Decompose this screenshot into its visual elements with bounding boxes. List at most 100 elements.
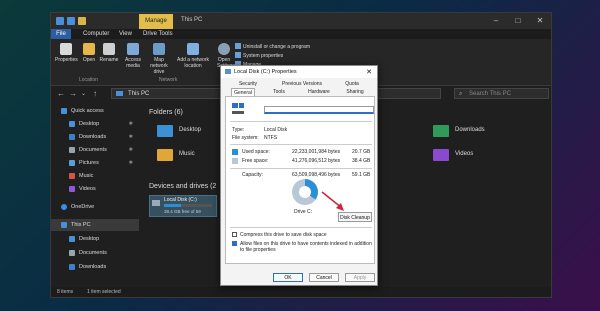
rename-icon xyxy=(103,43,115,55)
folder-label: Music xyxy=(179,151,195,157)
drive-name: Local Disk (C:) xyxy=(164,197,197,203)
open-button[interactable]: Open xyxy=(81,43,97,63)
maximize-icon[interactable]: □ xyxy=(507,13,529,29)
tab-drive-tools[interactable]: Drive Tools xyxy=(139,29,177,39)
tab-computer[interactable]: Computer xyxy=(79,29,113,39)
tab-tools[interactable]: Tools xyxy=(269,88,289,96)
explorer-icon[interactable] xyxy=(56,17,64,25)
system-properties-label: System properties xyxy=(243,53,284,59)
nav-item-this-pc[interactable]: This PC xyxy=(51,219,139,231)
chevron-down-icon[interactable]: ⌄ xyxy=(81,90,86,97)
nav-item-onedrive[interactable]: OneDrive xyxy=(51,201,139,213)
dialog-title-bar: Local Disk (C:) Properties ✕ xyxy=(221,66,377,78)
map-network-drive-label: Map network drive xyxy=(150,57,168,75)
properties-small-icon[interactable] xyxy=(67,17,75,25)
programs-icon xyxy=(235,43,241,49)
tab-manage[interactable]: Manage xyxy=(139,14,173,29)
section-folders[interactable]: Folders (6) xyxy=(149,109,183,116)
new-folder-icon[interactable] xyxy=(78,17,86,25)
drive-usage-fill xyxy=(164,204,181,207)
divider xyxy=(230,227,372,228)
cancel-button[interactable]: Cancel xyxy=(309,273,339,282)
compress-checkbox[interactable] xyxy=(232,232,237,237)
tab-hardware[interactable]: Hardware xyxy=(305,88,333,96)
system-properties-link[interactable]: System properties xyxy=(235,52,283,59)
nav-item-label: Downloads xyxy=(79,134,107,140)
properties-dialog: Local Disk (C:) Properties ✕ Security Pr… xyxy=(220,65,378,286)
properties-button[interactable]: Properties xyxy=(55,43,78,63)
uninstall-label: Uninstall or change a program xyxy=(243,44,310,50)
nav-item-label: OneDrive xyxy=(71,204,95,210)
pin-icon[interactable]: ✱ xyxy=(129,118,133,130)
star-icon xyxy=(61,108,67,114)
apply-button[interactable]: Apply xyxy=(345,273,375,282)
pc-icon xyxy=(116,91,123,96)
search-input[interactable]: ⌕ Search This PC xyxy=(454,88,549,99)
rename-button[interactable]: Rename xyxy=(99,43,119,63)
cloud-icon xyxy=(61,204,67,210)
nav-item-quick-access[interactable]: Quick access xyxy=(51,105,139,117)
pin-icon[interactable]: ✱ xyxy=(129,131,133,143)
videos-icon xyxy=(69,186,75,192)
tab-sharing[interactable]: Sharing xyxy=(343,88,367,96)
pc-icon xyxy=(61,222,67,228)
properties-icon xyxy=(60,43,72,55)
folder-open-icon xyxy=(83,43,95,55)
nav-item-pictures[interactable]: Pictures ✱ xyxy=(51,157,139,169)
nav-item-music[interactable]: Music xyxy=(51,170,139,182)
nav-item-downloads-2[interactable]: Downloads xyxy=(51,261,139,273)
dialog-title: Local Disk (C:) Properties xyxy=(234,69,297,75)
nav-item-label: Documents xyxy=(79,147,107,153)
nav-item-label: Documents xyxy=(79,250,107,256)
nav-item-desktop[interactable]: Desktop ✱ xyxy=(51,118,139,130)
tab-previous-versions[interactable]: Previous Versions xyxy=(277,80,327,88)
pin-icon[interactable]: ✱ xyxy=(129,144,133,156)
nav-item-label: Music xyxy=(79,173,94,179)
forward-arrow-icon[interactable]: → xyxy=(69,89,77,98)
window-controls: – □ ✕ xyxy=(485,13,551,29)
tab-security[interactable]: Security xyxy=(235,80,261,88)
close-icon[interactable]: ✕ xyxy=(529,13,551,29)
folder-label: Videos xyxy=(455,151,474,157)
nav-item-label: Videos xyxy=(79,186,96,192)
access-media-button[interactable]: Access media xyxy=(123,43,143,69)
nav-item-videos[interactable]: Videos xyxy=(51,183,139,195)
section-devices[interactable]: Devices and drives (2 xyxy=(149,183,216,190)
download-icon xyxy=(69,134,75,140)
index-label: Allow files on this drive to have conten… xyxy=(240,241,372,253)
documents-icon xyxy=(69,147,75,153)
pin-icon[interactable]: ✱ xyxy=(129,157,133,169)
nav-item-label: Downloads xyxy=(79,264,107,270)
add-network-location-label: Add a network location xyxy=(177,57,209,69)
nav-item-downloads[interactable]: Downloads ✱ xyxy=(51,131,139,143)
nav-item-label: Desktop xyxy=(79,121,100,127)
drive-icon xyxy=(225,69,231,74)
tab-file[interactable]: File xyxy=(51,29,71,39)
nav-item-documents-2[interactable]: Documents xyxy=(51,247,139,259)
nav-item-label: Pictures xyxy=(79,160,99,166)
map-network-drive-button[interactable]: Map network drive xyxy=(145,43,173,75)
drive-c-tile[interactable]: Local Disk (C:) 38.4 GB free of 59 xyxy=(149,195,217,217)
search-placeholder: Search This PC xyxy=(469,91,511,97)
drive-usage-bar xyxy=(164,204,212,207)
properties-label: Properties xyxy=(55,57,78,63)
back-arrow-icon[interactable]: ← xyxy=(57,89,65,98)
ok-button[interactable]: OK xyxy=(273,273,303,282)
close-icon[interactable]: ✕ xyxy=(366,68,372,76)
status-selected: 1 item selected xyxy=(87,289,121,295)
pictures-icon xyxy=(69,160,75,166)
drive-free-text: 38.4 GB free of 59 xyxy=(164,209,201,214)
nav-item-documents[interactable]: Documents ✱ xyxy=(51,144,139,156)
open-label: Open xyxy=(82,57,96,63)
uninstall-link[interactable]: Uninstall or change a program xyxy=(235,43,310,50)
add-network-location-button[interactable]: Add a network location xyxy=(175,43,211,69)
network-drive-icon xyxy=(153,43,165,55)
nav-item-label: Quick access xyxy=(71,108,104,114)
index-checkbox[interactable] xyxy=(232,241,237,246)
minimize-icon[interactable]: – xyxy=(485,13,507,29)
tab-quota[interactable]: Quota xyxy=(341,80,363,88)
up-arrow-icon[interactable]: ↑ xyxy=(93,89,97,98)
nav-item-desktop-2[interactable]: Desktop xyxy=(51,233,139,245)
system-icon xyxy=(235,52,241,58)
tab-view[interactable]: View xyxy=(115,29,136,39)
